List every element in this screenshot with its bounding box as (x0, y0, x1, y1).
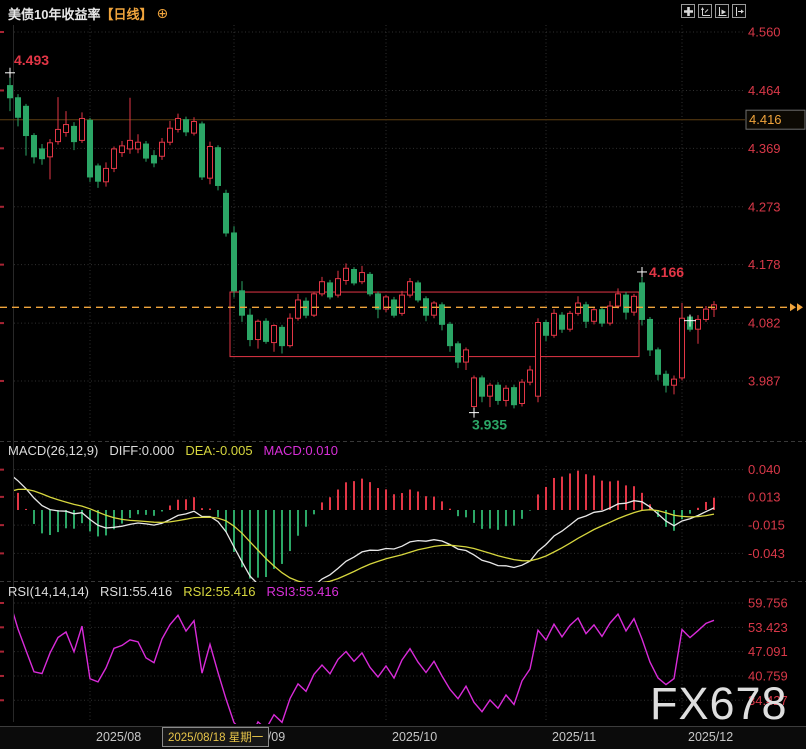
bar-shift-right-icon[interactable] (732, 4, 746, 18)
chart-toolbar (681, 4, 746, 18)
macd-layer (10, 471, 714, 600)
y-axis-label: 59.756 (748, 596, 788, 611)
high-label: 4.493 (14, 52, 49, 68)
move-icon[interactable] (681, 4, 695, 18)
macd-diff-value: DIFF:0.000 (109, 443, 174, 458)
add-indicator-icon[interactable]: ⊕ (156, 5, 168, 22)
time-axis-label: 2025/11 (552, 730, 596, 744)
y-axis-label: 4.082 (748, 316, 781, 331)
chart-header: 美债10年收益率 【日线】 ⊕ (8, 4, 168, 23)
y-axis-label: 0.040 (748, 462, 781, 477)
macd-params-label: MACD(26,12,9) (8, 443, 98, 458)
price-arrow-icon (797, 303, 803, 311)
rsi1-value: RSI1:55.416 (100, 584, 172, 599)
marked-price-label: 4.416 (749, 112, 782, 127)
rsi2-value: RSI2:55.416 (183, 584, 255, 599)
period-tag: 【日线】 (100, 4, 152, 23)
macd-dea-value: DEA:-0.005 (185, 443, 252, 458)
time-axis-label: 2025/12 (688, 730, 733, 744)
time-axis-labels: 2025/082025/092025/102025/112025/12 (0, 730, 806, 746)
y-axis-label: 0.013 (748, 489, 781, 504)
chart-window: 4.416 4.560 4.464 4.369 4.273 4.178 4.082 3.987… (0, 0, 806, 749)
y-axis-label: 4.273 (748, 199, 781, 214)
y-axis-label: 4.560 (748, 25, 781, 40)
time-axis-label: 2025/08 (96, 730, 141, 744)
y-axis-label: 47.091 (748, 644, 788, 659)
y-axis-label: 3.987 (748, 373, 781, 388)
bar-right-glyph (735, 7, 744, 16)
rsi-layer (10, 602, 714, 738)
candles-group (8, 73, 717, 413)
axis-scale-right-icon[interactable] (715, 4, 729, 18)
grid-layer (0, 25, 806, 722)
low-label: 3.935 (472, 417, 507, 433)
instrument-title: 美债10年收益率 (8, 4, 100, 23)
macd-macd-value: MACD:0.010 (264, 443, 338, 458)
rsi3-value: RSI3:55.416 (267, 584, 339, 599)
axis-up-glyph (701, 7, 710, 16)
axis-scale-up-icon[interactable] (698, 4, 712, 18)
swing-high-label: 4.166 (649, 264, 684, 280)
date-tooltip: 2025/08/18 星期一 (162, 727, 269, 747)
rsi-params-label: RSI(14,14,14) (8, 584, 89, 599)
y-axis-label: 40.759 (748, 668, 788, 683)
rsi-label-row: RSI(14,14,14) RSI1:55.416 RSI2:55.416 RS… (8, 584, 339, 599)
y-axis-label: -0.043 (748, 546, 785, 561)
y-axis-label: 4.178 (748, 257, 781, 272)
price-arrow-icon (790, 303, 796, 311)
y-axis-label: 53.423 (748, 620, 788, 635)
y-axis-label: 4.369 (748, 141, 781, 156)
rsi-line (10, 602, 714, 738)
chart-canvas[interactable]: 4.416 4.560 4.464 4.369 4.273 4.178 4.082 3.987… (0, 0, 806, 749)
axis-right-glyph (718, 7, 727, 16)
time-axis-label: 2025/10 (392, 730, 437, 744)
y-axis-label: 34.427 (748, 693, 788, 708)
y-axis-label: 4.464 (748, 83, 781, 98)
move-glyph (684, 7, 693, 16)
y-axis-label: -0.015 (748, 518, 785, 533)
macd-label-row: MACD(26,12,9) DIFF:0.000 DEA:-0.005 MACD… (8, 443, 338, 458)
